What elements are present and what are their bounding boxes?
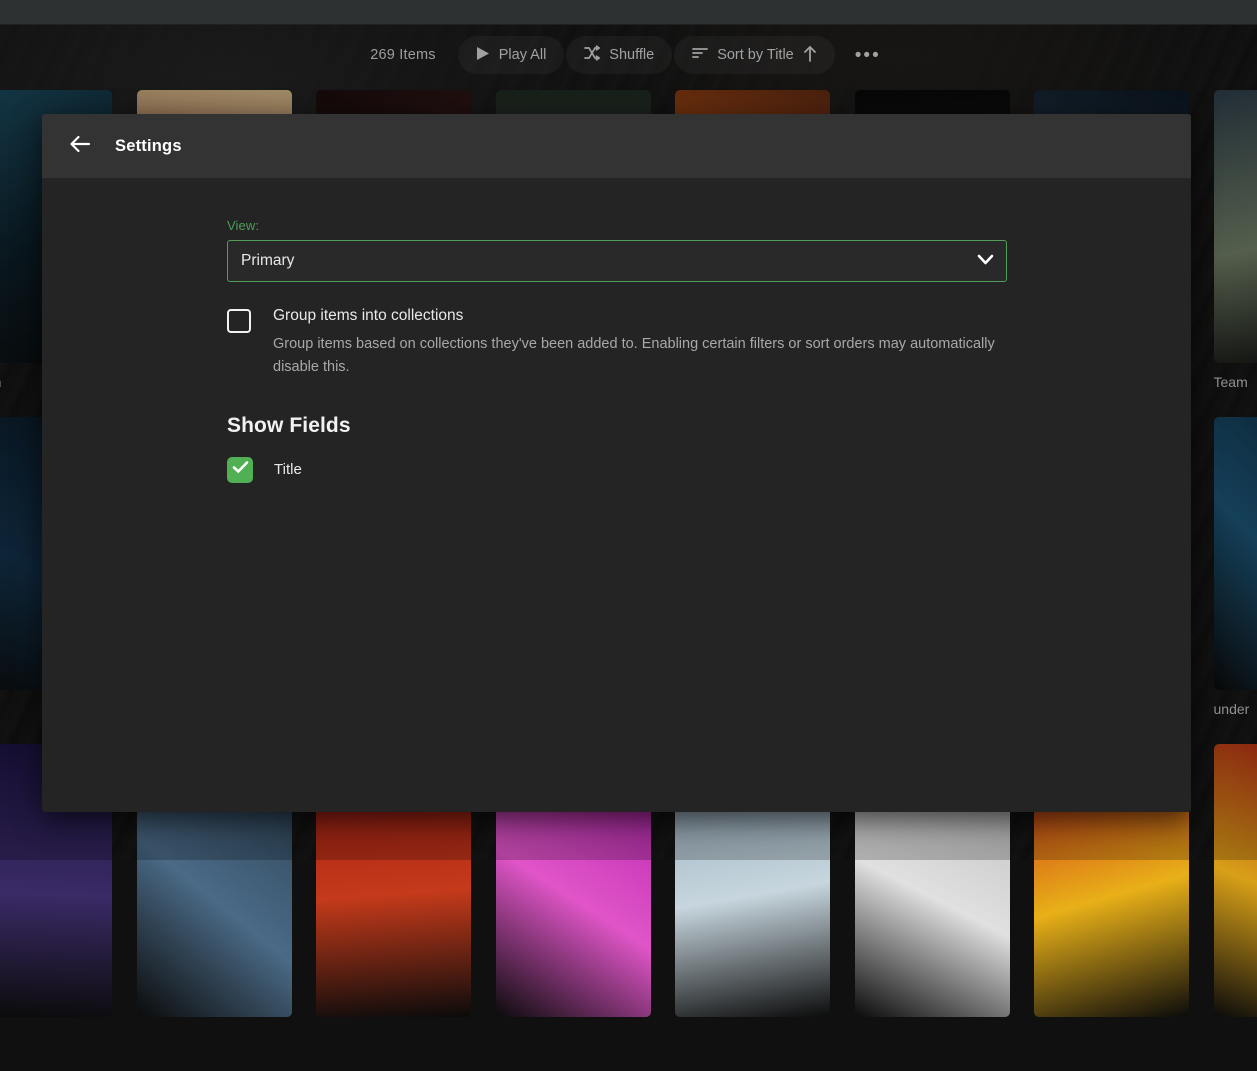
arrow-left-icon: [69, 134, 91, 159]
dialog-body: View: Primary Group items into collectio…: [42, 178, 1191, 483]
show-fields-heading: Show Fields: [227, 414, 1191, 438]
group-collections-description: Group items based on collections they've…: [273, 333, 1029, 380]
view-select[interactable]: Primary: [227, 240, 1007, 282]
dialog-title: Settings: [115, 137, 182, 156]
back-button[interactable]: [59, 125, 101, 167]
group-collections-texts: Group items into collections Group items…: [273, 307, 1029, 380]
checkmark-icon: [232, 460, 249, 479]
title-field-label: Title: [274, 461, 302, 478]
show-field-row-title[interactable]: Title: [227, 457, 1191, 483]
group-collections-label: Group items into collections: [273, 307, 1029, 325]
group-collections-row[interactable]: Group items into collections Group items…: [227, 307, 1191, 380]
poster-title: B R: [0, 1028, 113, 1044]
view-select-value: Primary: [241, 252, 294, 270]
settings-dialog: Settings View: Primary Group items into …: [42, 114, 1191, 812]
group-collections-checkbox[interactable]: [227, 309, 251, 333]
dialog-header: Settings: [42, 114, 1191, 178]
app-root: 269 Items Play All Shuffle Sort by: [0, 0, 1257, 860]
view-field-label: View:: [227, 218, 1191, 233]
view-select-wrapper: Primary: [227, 240, 1007, 282]
title-field-checkbox[interactable]: [227, 457, 253, 483]
